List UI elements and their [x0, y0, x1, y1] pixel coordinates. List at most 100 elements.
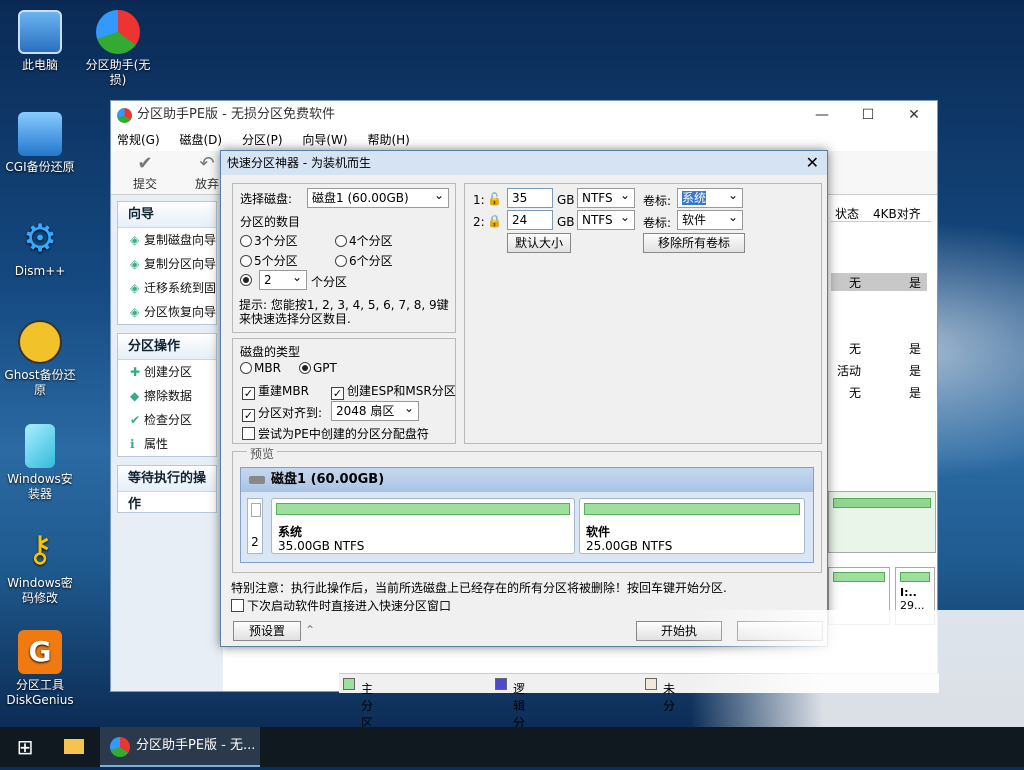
menu-disk[interactable]: 磁盘(D): [180, 133, 223, 147]
desktop-icon-dism[interactable]: ⚙ Dism++: [2, 216, 78, 279]
checkmark-icon: ✓: [331, 387, 344, 400]
assign-letter-checkbox[interactable]: 尝试为PE中创建的分区分配盘符: [242, 425, 429, 442]
file-explorer-icon[interactable]: [50, 727, 98, 767]
preview-partition-2[interactable]: 软件 25.00GB NTFS: [579, 498, 805, 554]
row-align: 是: [909, 276, 922, 290]
info-icon: ℹ: [130, 437, 135, 451]
partition-2-fs[interactable]: NTFS: [577, 208, 635, 230]
partition-2-vol-label: 卷标:: [643, 216, 672, 230]
partition-count-label: 分区的数目: [240, 215, 301, 229]
checkmark-icon: ✓: [242, 409, 255, 422]
cgi-backup-icon: [18, 112, 62, 156]
preview-partition-index: 2: [247, 498, 263, 554]
maximize-icon[interactable]: ☐: [845, 101, 891, 129]
disk-map-1[interactable]: [828, 491, 936, 553]
radio-mbr[interactable]: MBR: [240, 361, 281, 375]
partition-1-volume[interactable]: 系统: [677, 186, 743, 208]
diskgenius-icon: G: [18, 630, 62, 674]
minimize-icon[interactable]: —: [799, 101, 845, 129]
ghost-icon: [18, 320, 62, 364]
custom-count-dropdown[interactable]: 2: [259, 268, 307, 290]
partition-ops-heading: 分区操作: [118, 334, 216, 360]
pending-ops-heading: 等待执行的操作: [118, 466, 216, 512]
checkmark-icon: ✓: [242, 387, 255, 400]
partition-1-fs[interactable]: NTFS: [577, 186, 635, 208]
disk-icon: [249, 476, 265, 484]
partition-1-size[interactable]: 35: [507, 188, 553, 208]
align-dropdown[interactable]: 2048 扇区: [331, 399, 419, 421]
taskbar: ⊞ 分区助手PE版 - 无...: [0, 727, 1024, 767]
wizard-copy-partition[interactable]: ◈ 复制分区向导: [118, 252, 216, 276]
preview-label: 预览: [247, 445, 278, 462]
legend-logical: 逻辑分区: [495, 677, 525, 747]
wipe-icon: ◆: [130, 389, 140, 403]
commit-button[interactable]: ✔ 提交: [123, 153, 167, 192]
desktop-icon-this-pc[interactable]: 此电脑: [2, 10, 78, 73]
partition-1-index: 1:: [473, 193, 485, 207]
desktop-icon-password[interactable]: ⚷ Windows密码修改: [2, 528, 78, 606]
desktop-icon-partition-assistant[interactable]: 分区助手(无损): [80, 10, 156, 88]
default-size-button[interactable]: 默认大小: [507, 233, 571, 253]
select-disk-dropdown[interactable]: 磁盘1 (60.00GB): [307, 186, 449, 208]
op-properties[interactable]: ℹ 属性: [118, 432, 216, 456]
op-check-partition[interactable]: ✔ 检查分区: [118, 408, 216, 432]
copy-disk-icon: ◈: [130, 233, 140, 247]
custom-count-suffix: 个分区: [311, 275, 348, 289]
unlock-icon[interactable]: 🔓: [487, 192, 502, 206]
preset-button[interactable]: 预设置: [233, 621, 301, 641]
partition-1-vol-label: 卷标:: [643, 194, 672, 208]
left-pane: 向导 ◈ 复制磁盘向导 ◈ 复制分区向导 ◈ 迁移系统到固 ◈ 分区恢复向导 分区操作 …: [111, 195, 223, 691]
col-status: 状态: [835, 207, 860, 221]
radio-5-partitions[interactable]: 5个分区: [240, 252, 298, 269]
windows-installer-icon: [25, 424, 55, 468]
primary-swatch-icon: [343, 678, 355, 690]
legend-unallocated: 未分: [645, 677, 675, 713]
hint-text: 提示: 您能按1, 2, 3, 4, 5, 6, 7, 8, 9键来快速选择分区…: [239, 298, 449, 326]
quick-partition-dialog: 快速分区神器 - 为装机而生 ✕ 选择磁盘: 磁盘1 (60.00GB) 分区的…: [220, 150, 828, 647]
taskbar-app-partition[interactable]: 分区助手PE版 - 无...: [100, 727, 260, 767]
menu-general[interactable]: 常规(G): [117, 133, 160, 147]
remove-labels-button[interactable]: 移除所有卷标: [643, 233, 745, 253]
radio-3-partitions[interactable]: 3个分区: [240, 232, 298, 249]
partition-2-size[interactable]: 24: [507, 210, 553, 230]
radio-6-partitions[interactable]: 6个分区: [335, 252, 393, 269]
direct-enter-checkbox[interactable]: 下次启动软件时直接进入快速分区窗口: [231, 597, 451, 614]
partition-ops-panel: 分区操作 ✚ 创建分区 ◆ 擦除数据 ✔ 检查分区 ℹ 属性: [117, 333, 217, 457]
check-partition-icon: ✔: [130, 413, 141, 427]
menu-help[interactable]: 帮助(H): [367, 133, 409, 147]
radio-custom[interactable]: [240, 273, 254, 287]
partition-2-index: 2:: [473, 215, 485, 229]
rebuild-mbr-checkbox[interactable]: ✓ 重建MBR: [242, 382, 309, 400]
desktop-icon-cgi[interactable]: CGI备份还原: [2, 112, 78, 175]
partition-2-volume[interactable]: 软件: [677, 208, 743, 230]
radio-4-partitions[interactable]: 4个分区: [335, 232, 393, 249]
wizard-recover-partition[interactable]: ◈ 分区恢复向导: [118, 300, 216, 324]
preview-partition-1[interactable]: 系统 35.00GB NTFS: [271, 498, 575, 554]
warning-text: 特别注意：执行此操作后，当前所选磁盘上已经存在的所有分区将被删除！按回车键开始分…: [231, 581, 727, 595]
collapse-icon[interactable]: ⌃: [305, 623, 315, 637]
wizard-migrate-os[interactable]: ◈ 迁移系统到固: [118, 276, 216, 300]
desktop-icon-windows-installer[interactable]: Windows安装器: [2, 424, 78, 502]
windows-start-icon[interactable]: ⊞: [0, 727, 50, 767]
partition-2-unit: GB: [557, 215, 575, 229]
close-icon[interactable]: ✕: [806, 151, 819, 175]
desktop-icon-diskgenius[interactable]: G 分区工具DiskGenius: [2, 630, 78, 708]
radio-gpt[interactable]: GPT: [299, 361, 337, 375]
create-esp-checkbox[interactable]: ✓ 创建ESP和MSR分区: [331, 382, 456, 400]
partition-assistant-icon: [96, 10, 140, 54]
recover-icon: ◈: [130, 305, 140, 319]
desktop-icon-ghost[interactable]: Ghost备份还原: [2, 320, 78, 398]
wizard-copy-disk[interactable]: ◈ 复制磁盘向导: [118, 228, 216, 252]
preview-disk: 磁盘1 (60.00GB) 2 系统 35.00GB NTFS 软件 25.00…: [240, 467, 814, 563]
align-checkbox[interactable]: ✓ 分区对齐到:: [242, 404, 322, 422]
preview-disk-header: 磁盘1 (60.00GB): [241, 468, 813, 492]
op-wipe-data[interactable]: ◆ 擦除数据: [118, 384, 216, 408]
op-create-partition[interactable]: ✚ 创建分区: [118, 360, 216, 384]
menu-partition[interactable]: 分区(P): [242, 133, 283, 147]
partition-assistant-icon: [110, 737, 130, 757]
unalloc-swatch-icon: [645, 678, 657, 690]
column-header: 状态 4KB对齐: [831, 204, 931, 222]
close-icon[interactable]: ✕: [891, 101, 937, 129]
menu-wizard[interactable]: 向导(W): [302, 133, 347, 147]
lock-icon[interactable]: 🔒: [487, 214, 502, 228]
